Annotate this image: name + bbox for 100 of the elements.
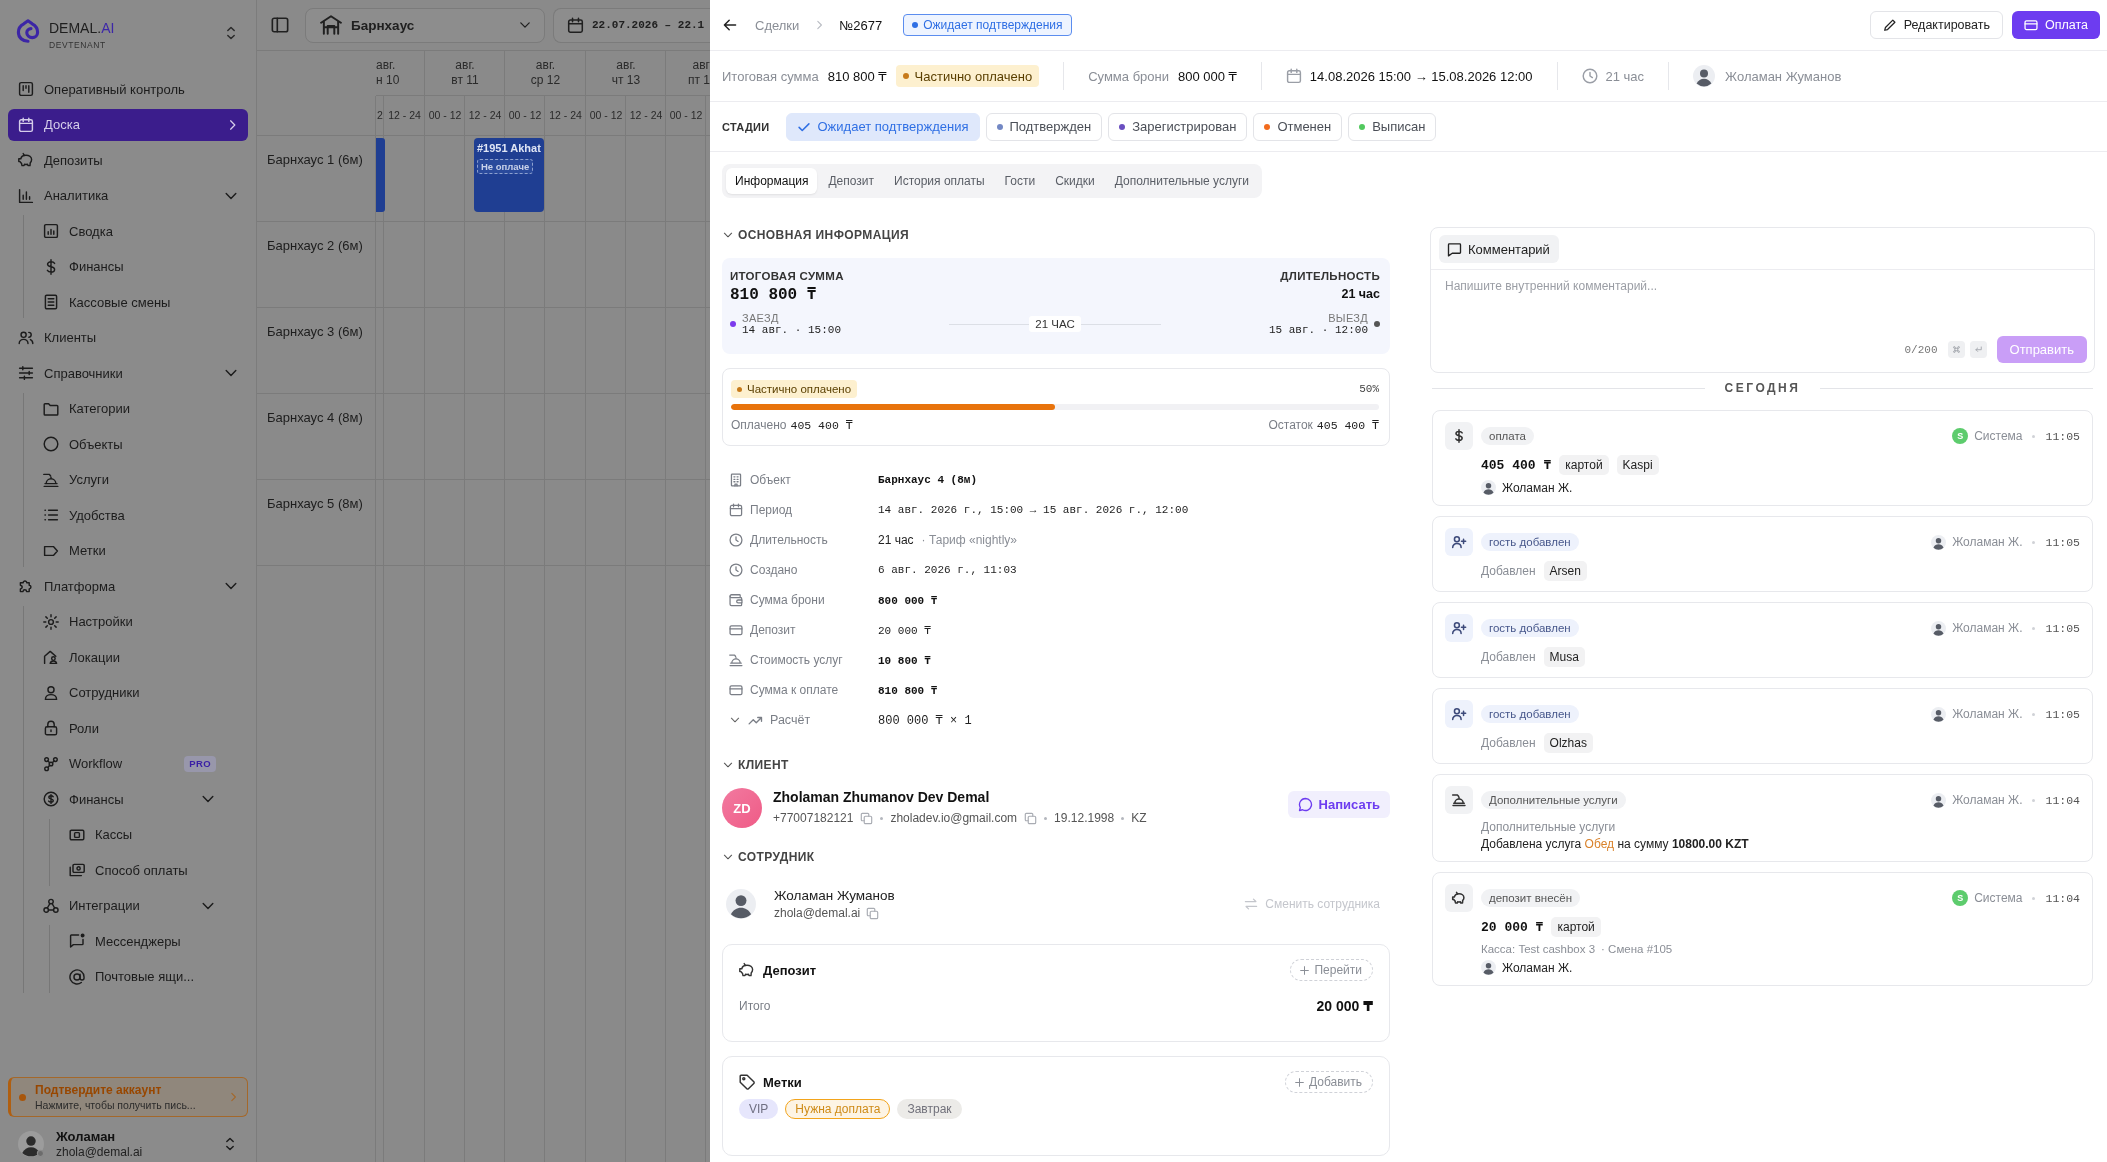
total-label: ИТОГОВАЯ СУММА	[730, 270, 844, 282]
system-avatar: S	[1952, 428, 1969, 444]
sidebar-item[interactable]: Справочники	[8, 357, 248, 389]
event-description: Добавлена услуга Обед на сумму 10800.00 KZT	[1481, 837, 1750, 851]
cash-icon	[69, 862, 85, 878]
tag-chip[interactable]: Завтрак	[897, 1099, 962, 1119]
event-time: 11:04	[2045, 891, 2080, 905]
tab[interactable]: Депозит	[819, 168, 884, 194]
tab[interactable]: История оплаты	[885, 168, 994, 194]
user-name: Жоламан	[56, 1128, 117, 1144]
sidebar-item[interactable]: Локации	[24, 641, 225, 673]
sidebar-item[interactable]: Мессенджеры	[50, 925, 225, 957]
booking-card[interactable]: #1951 Akhat Не оплаче	[474, 138, 544, 212]
workflow-icon	[43, 755, 59, 772]
back-arrow-icon[interactable]	[722, 17, 738, 33]
sidebar-item[interactable]: Роли	[24, 712, 225, 744]
event-tag: депозит внесён	[1481, 889, 1581, 907]
check-out-time: 15 авг. · 12:00	[1268, 324, 1368, 336]
building-icon	[729, 473, 743, 487]
tab[interactable]: Информация	[726, 168, 818, 194]
sidebar-item[interactable]: Интеграции	[24, 889, 225, 922]
user-email: zhola@demal.ai	[56, 1144, 144, 1159]
calendar-icon	[18, 116, 34, 133]
comment-tab[interactable]: Комментарий	[1439, 235, 1559, 263]
date-range-picker[interactable]: 22.07.2026 – 22.1	[553, 7, 710, 43]
sidebar-item[interactable]: Финансы	[24, 783, 225, 815]
sidebar-item[interactable]: Платформа	[8, 570, 248, 602]
sidebar-toggle-icon[interactable]	[271, 16, 289, 34]
time-slot-label: 00 - 12	[589, 109, 623, 123]
day-month: авг.	[455, 58, 475, 73]
detail-label: Объект	[750, 473, 791, 487]
tab[interactable]: Гости	[995, 168, 1045, 194]
guest-name-chip: Musa	[1543, 647, 1585, 667]
calendar-icon	[1285, 68, 1302, 84]
edit-button[interactable]: Редактировать	[1869, 11, 2003, 39]
booking-title: #1951 Akhat	[477, 142, 541, 154]
avatar-icon	[1931, 534, 1947, 550]
sidebar-item[interactable]: Сводка	[24, 215, 225, 247]
sidebar-item[interactable]: Сотрудники	[24, 676, 225, 709]
country-code: KZ	[1131, 811, 1147, 825]
event-tag: гость добавлен	[1481, 619, 1579, 637]
sidebar-item[interactable]: Категории	[24, 392, 225, 425]
card-title: Метки	[763, 1074, 802, 1090]
avatar-icon	[1931, 706, 1947, 722]
sidebar-item[interactable]: Почтовые ящи...	[50, 960, 225, 993]
tag-icon	[739, 1074, 755, 1090]
char-counter: 0/200	[1904, 343, 1938, 356]
sidebar-item[interactable]: Кассовые смены	[24, 286, 225, 318]
paid-amount: 405 400 ₸	[790, 418, 853, 432]
stage-chip[interactable]: Зарегистрирован	[1108, 112, 1248, 141]
event-amount: 405 400 ₸	[1481, 457, 1552, 473]
event-tag: оплата	[1481, 427, 1534, 445]
piggy-bank-icon	[18, 152, 34, 168]
sidebar-item[interactable]: Оперативный контроль	[8, 73, 248, 105]
breadcrumb-link[interactable]: Сделки	[755, 17, 800, 33]
verify-account-banner[interactable]: Подтвердите аккаунт Нажмите, чтобы получить пись...	[8, 1077, 248, 1117]
sidebar-item[interactable]: Клиенты	[8, 321, 248, 354]
sidebar-item[interactable]: Услуги	[24, 463, 225, 496]
tab[interactable]: Дополнительные услуги	[1105, 168, 1259, 194]
sidebar-item[interactable]: Объекты	[24, 428, 225, 460]
section-title: ОСНОВНАЯ ИНФОРМАЦИЯ	[738, 228, 909, 242]
detail-value: 6 авг. 2026 г., 11:03	[878, 564, 1017, 576]
sidebar-item[interactable]: Финансы	[24, 250, 225, 283]
message-button[interactable]: Написать	[1287, 791, 1390, 818]
document-icon	[43, 294, 59, 310]
status-dot-icon	[737, 386, 742, 392]
tab[interactable]: Скидки	[1046, 168, 1104, 194]
author-name: Жоламан Ж.	[1502, 960, 1573, 975]
event-tag: Дополнительные услуги	[1481, 791, 1626, 809]
clock-icon	[729, 563, 743, 577]
check-in-dot-icon	[730, 321, 736, 327]
time-slot-label: 00 - 12	[428, 109, 462, 123]
stage-chip[interactable]: Отменен	[1253, 112, 1343, 141]
tag-chip[interactable]: Нужна доплата	[785, 1099, 891, 1119]
sidebar-item[interactable]: Депозиты	[8, 144, 248, 176]
client-name: Zholaman Zhumanov Dev Demal	[773, 789, 991, 805]
stage-chip[interactable]: Выписан	[1348, 112, 1437, 141]
swap-icon	[1244, 897, 1259, 911]
sidebar-item[interactable]: Аналитика	[8, 179, 248, 212]
sidebar-item[interactable]: Workflow PRO	[24, 747, 225, 780]
sidebar-item[interactable]: Доска	[8, 108, 248, 141]
user-plus-icon	[1445, 700, 1473, 728]
stage-chip[interactable]: Ожидает подтверждения	[785, 112, 980, 141]
sidebar-item[interactable]: Кассы	[50, 818, 225, 851]
booking-status: Не оплаче	[477, 159, 534, 174]
avatar-icon	[726, 889, 756, 919]
tag-chip[interactable]: VIP	[739, 1099, 779, 1119]
room-label: Барнхаус 1 (6м)	[267, 152, 363, 167]
sidebar-item[interactable]: Настройки	[24, 605, 225, 638]
property-select[interactable]: Барнхаус	[305, 7, 545, 43]
clock-icon	[729, 533, 743, 547]
sidebar-item[interactable]: Способ оплаты	[50, 854, 225, 886]
section-title: КЛИЕНТ	[738, 758, 789, 772]
payment-button[interactable]: Оплата	[2012, 11, 2100, 39]
sidebar-item[interactable]: Удобства	[24, 499, 225, 531]
employee-email: zhola@demal.ai	[774, 906, 861, 920]
sidebar-item[interactable]: Метки	[24, 534, 225, 567]
total-label: Итого	[739, 999, 771, 1013]
stage-chip[interactable]: Подтвержден	[985, 112, 1103, 141]
folder-icon	[43, 400, 59, 417]
